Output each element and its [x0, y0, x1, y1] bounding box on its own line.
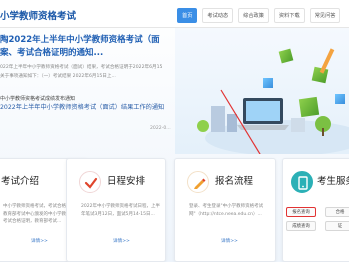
main-nav: 首页 考试动态 综合政策 资料下载 常见问答 — [177, 8, 345, 24]
hero-illustration — [175, 28, 349, 229]
card-text: 登录、考生登录"中小学教师资格考试网"（http://ntce.neea.edu… — [189, 204, 264, 217]
hero-illustration-graphic — [197, 48, 349, 229]
news-item[interactable]: 中小学教师资格考试成绩发布通知 — [0, 95, 200, 103]
user-service-icon — [291, 171, 313, 193]
card-text: 2022年中小学教师资格考试日程，上半年笔试3月12日，面试5月14-15日..… — [81, 204, 160, 217]
score-query-button[interactable]: 成绩查询 — [286, 221, 316, 231]
card-title: 日程安排 — [107, 176, 146, 187]
headline-line-2: 案、考试合格证明的通知... — [0, 48, 104, 58]
registration-query-button[interactable]: 报名查询 — [286, 207, 316, 217]
card-more-link[interactable]: 详情>> — [113, 238, 130, 244]
headline-snippet-line-2: 关于事项通知如下：（一）考试结果 2022年6月15日上... — [0, 73, 116, 79]
headline-snippet-line-1: 022年上半年中小学教师资格考试（面试）结果，考试合格证明于2022年6月15 — [0, 65, 163, 70]
nav-faq[interactable]: 常见问答 — [309, 8, 341, 23]
news-item-date: 2022-0... — [150, 126, 171, 131]
card-more-link[interactable]: 详情>> — [31, 238, 48, 244]
news-item[interactable]: 2022年上半年中小学教师资格考试（面试）结果工作的通知 — [0, 103, 200, 113]
site-title: 小学教师资格考试 — [0, 11, 77, 22]
card-registration-process[interactable]: 报名流程 登录、考生登录"中小学教师资格考试网"（http://ntce.nee… — [174, 158, 276, 262]
headline-line-1: 陶2022年上半年中小学教师资格考试（面 — [0, 35, 160, 45]
news-list: 中小学教师资格考试成绩发布通知 2022年上半年中小学教师资格考试（面试）结果工… — [0, 95, 200, 113]
certificate-button[interactable]: 证 — [325, 221, 349, 231]
card-title: 考生服务 — [317, 176, 349, 187]
nav-policies[interactable]: 综合政策 — [238, 8, 269, 23]
nav-home[interactable]: 首页 — [177, 8, 198, 23]
card-schedule[interactable]: 日程安排 2022年中小学教师资格考试日程，上半年笔试3月12日，面试5月14-… — [66, 158, 166, 262]
card-candidate-services[interactable]: 考生服务 报名查询 合格 成绩查询 证 — [282, 158, 349, 262]
nav-downloads[interactable]: 资料下载 — [273, 8, 305, 23]
top-bar: 小学教师资格考试 首页 考试动态 综合政策 资料下载 常见问答 — [0, 0, 349, 28]
headline-news-link[interactable]: 陶2022年上半年中小学教师资格考试（面 案、考试合格证明的通知... — [0, 34, 178, 60]
card-title: 考试介绍 — [1, 176, 40, 187]
service-cards: 考试介绍 中小学教师资格考试，考试合格，颁发教育部考试中心颁发的中小学教师资格考… — [0, 158, 349, 262]
qualification-button[interactable]: 合格 — [325, 207, 349, 217]
card-more-link[interactable]: 详情>> — [221, 238, 238, 244]
pencil-icon — [187, 171, 209, 193]
nav-exam-news[interactable]: 考试动态 — [202, 8, 234, 23]
checkmark-icon — [79, 171, 101, 193]
news-panel: 陶2022年上半年中小学教师资格考试（面 案、考试合格证明的通知... 022年… — [0, 34, 200, 113]
card-title: 报名流程 — [215, 176, 254, 187]
